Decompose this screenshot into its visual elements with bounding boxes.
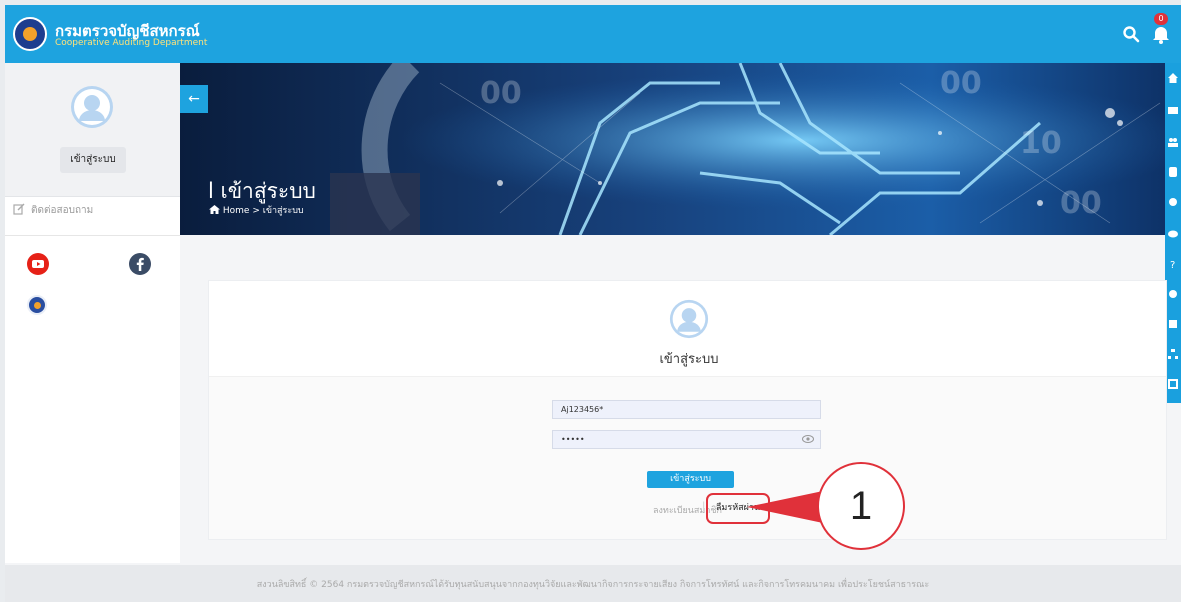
left-sidebar: เข้าสู่ระบบ ติดต่อสอบถาม xyxy=(5,63,180,563)
notification-badge: 0 xyxy=(1154,13,1168,25)
youtube-icon[interactable] xyxy=(27,253,49,275)
question-icon[interactable]: ? xyxy=(1168,259,1178,269)
show-password-icon[interactable] xyxy=(802,434,814,444)
login-submit-button[interactable]: เข้าสู่ระบบ xyxy=(647,471,734,488)
top-header: กรมตรวจบัญชีสหกรณ์ Cooperative Auditing … xyxy=(5,5,1181,63)
app-frame: กรมตรวจบัญชีสหกรณ์ Cooperative Auditing … xyxy=(5,5,1181,602)
profile-box: เข้าสู่ระบบ xyxy=(5,63,180,197)
sidebar-divider xyxy=(5,235,180,236)
link-separator: | xyxy=(702,501,706,512)
report-icon[interactable] xyxy=(1168,379,1178,389)
breadcrumb: Home > เข้าสู่ระบบ xyxy=(209,203,304,217)
contact-link[interactable]: ติดต่อสอบถาม xyxy=(13,203,93,218)
facebook-icon[interactable] xyxy=(129,253,151,275)
callout-step-number: 1 xyxy=(817,462,905,550)
circuit-banner-image: 00 10 00 00 xyxy=(180,63,1181,235)
bell-icon[interactable] xyxy=(1150,23,1172,45)
svg-text:00: 00 xyxy=(940,66,982,101)
password-input[interactable] xyxy=(552,430,821,449)
cad-logo-icon[interactable] xyxy=(27,295,47,315)
settings-icon[interactable] xyxy=(1168,197,1178,207)
home-icon xyxy=(209,205,220,214)
page-banner: 00 10 00 00 xyxy=(180,63,1181,235)
database-icon[interactable] xyxy=(1168,167,1178,177)
svg-text:00: 00 xyxy=(480,76,522,111)
search-icon[interactable] xyxy=(1122,25,1140,43)
book-icon[interactable] xyxy=(1168,319,1178,329)
back-button[interactable]: ← xyxy=(180,85,208,113)
brand-title-english: Cooperative Auditing Department xyxy=(55,38,208,48)
users-icon[interactable] xyxy=(1168,137,1178,147)
svg-text:10: 10 xyxy=(1020,126,1062,161)
right-icon-rail: ? xyxy=(1165,63,1181,403)
user-avatar-icon xyxy=(669,299,709,339)
login-card-header: เข้าสู่ระบบ xyxy=(209,281,1166,377)
sidebar-login-button[interactable]: เข้าสู่ระบบ xyxy=(60,147,126,173)
callout-arrow-icon xyxy=(747,491,823,523)
folder-icon[interactable] xyxy=(1168,105,1178,115)
chat-icon[interactable] xyxy=(1168,229,1178,239)
breadcrumb-current: เข้าสู่ระบบ xyxy=(262,206,304,216)
contact-label: ติดต่อสอบถาม xyxy=(31,205,94,216)
footer-copyright: สงวนลิขสิทธิ์ © 2564 กรมตรวจบัญชีสหกรณ์ไ… xyxy=(256,580,930,590)
comment-icon[interactable] xyxy=(1168,289,1178,299)
home-icon[interactable] xyxy=(1168,73,1178,83)
svg-text:?: ? xyxy=(1170,260,1175,269)
breadcrumb-separator: > xyxy=(252,206,260,216)
page-footer: สงวนลิขสิทธิ์ © 2564 กรมตรวจบัญชีสหกรณ์ไ… xyxy=(5,565,1181,602)
login-title: เข้าสู่ระบบ xyxy=(659,352,719,367)
department-logo[interactable] xyxy=(13,17,47,51)
sitemap-icon[interactable] xyxy=(1168,349,1178,359)
breadcrumb-home[interactable]: Home xyxy=(223,206,250,216)
username-input[interactable] xyxy=(552,400,821,419)
user-avatar-icon xyxy=(71,86,113,128)
edit-icon xyxy=(13,203,25,215)
